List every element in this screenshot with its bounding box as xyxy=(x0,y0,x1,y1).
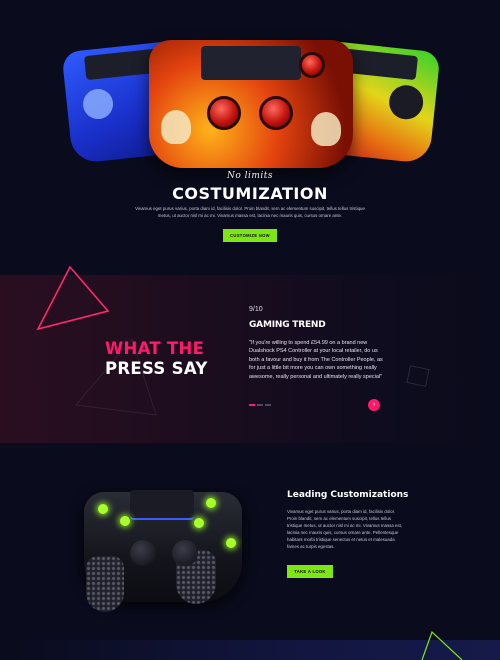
custom-controller-image xyxy=(84,486,242,612)
customization-description: Vivamus eget purus varius, porta diam id… xyxy=(287,509,403,549)
square-decoration xyxy=(406,365,430,387)
green-triangle-decoration xyxy=(421,630,463,660)
customization-title: Leading Customizations xyxy=(287,490,409,500)
press-section: WHAT THE PRESS SAY 9/10 GAMING TREND "If… xyxy=(0,265,500,443)
customize-now-button[interactable]: CUSTOMIZE NOW xyxy=(223,229,277,242)
review-rating: 9/10 xyxy=(249,306,263,313)
next-review-button[interactable]: › xyxy=(368,399,380,411)
hero-title: COSTUMIZATION xyxy=(172,184,328,203)
hero-section: No limits COSTUMIZATION Vivamus eget pur… xyxy=(0,0,500,260)
review-source-title: GAMING TREND xyxy=(249,320,326,330)
slider-dot[interactable] xyxy=(249,404,255,406)
slider-dot[interactable] xyxy=(257,404,263,406)
fire-skull-controller xyxy=(149,40,353,168)
hero-description: Vivamus eget purus varius, porta diam id… xyxy=(135,206,365,218)
press-heading-line2: PRESS SAY xyxy=(105,359,208,378)
slider-pagination xyxy=(249,404,271,406)
press-heading-line1: WHAT THE xyxy=(105,339,205,358)
slider-dot[interactable] xyxy=(265,404,271,406)
triangle-decoration xyxy=(36,265,110,331)
take-a-look-button[interactable]: TAKE A LOOK xyxy=(287,565,333,578)
review-quote: "If you're willing to spend £54.99 on a … xyxy=(249,340,383,380)
hero-controllers-image xyxy=(61,38,441,168)
arrow-right-icon: › xyxy=(372,401,376,408)
landing-page: No limits COSTUMIZATION Vivamus eget pur… xyxy=(0,0,500,660)
hero-tagline: No limits xyxy=(226,171,274,181)
